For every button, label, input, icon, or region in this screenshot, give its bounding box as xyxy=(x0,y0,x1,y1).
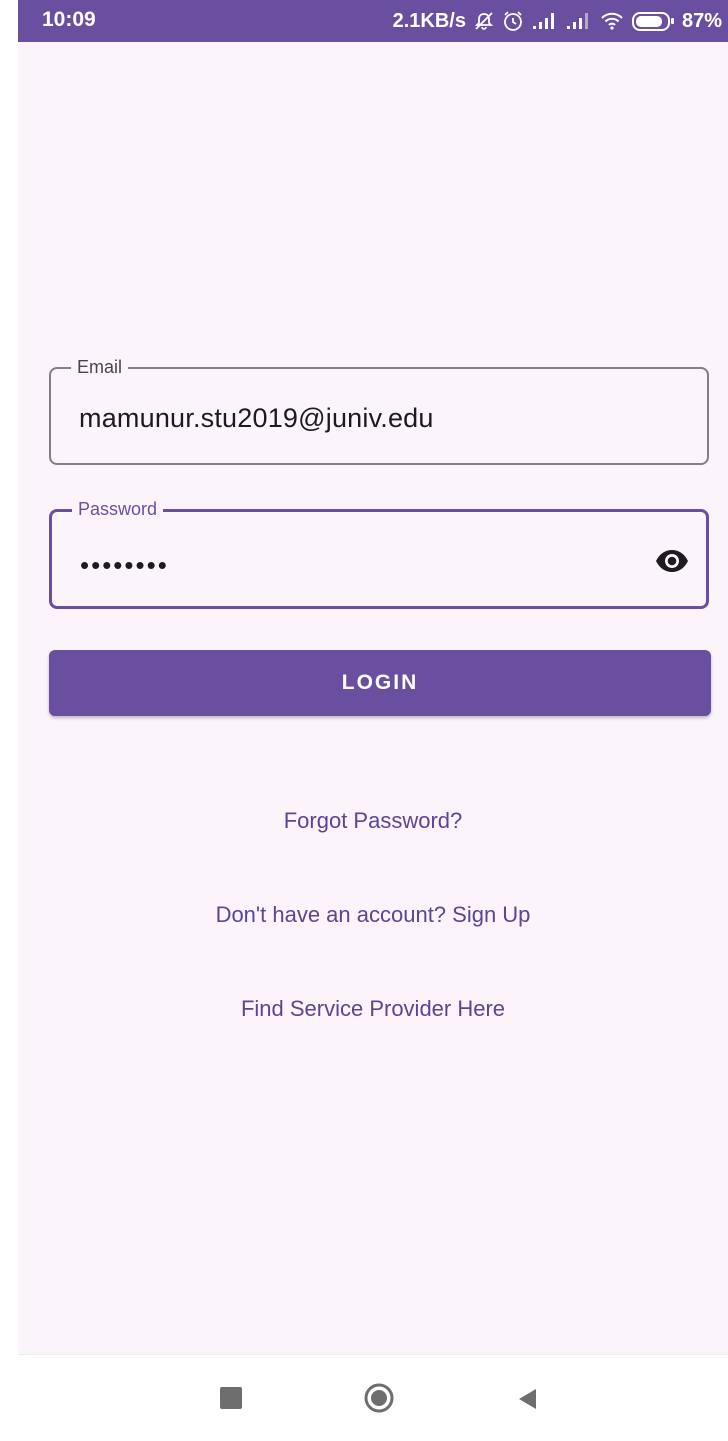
bell-off-icon xyxy=(474,11,494,31)
eye-icon[interactable] xyxy=(654,543,690,579)
password-value[interactable]: •••••••• xyxy=(80,550,169,581)
password-label: Password xyxy=(72,497,164,521)
email-value[interactable]: mamunur.stu2019@juniv.edu xyxy=(79,403,434,434)
phone-screen: 10:09 2.1KB/s 87% Email mamunur.stu2019@… xyxy=(18,0,728,1441)
recents-square-icon[interactable] xyxy=(220,1387,242,1409)
wifi-icon xyxy=(600,11,624,31)
home-circle-icon[interactable] xyxy=(364,1383,394,1413)
back-triangle-icon[interactable] xyxy=(516,1387,538,1411)
navigation-bar xyxy=(18,1354,728,1441)
login-button[interactable]: LOGIN xyxy=(49,650,711,716)
find-service-provider-link[interactable]: Find Service Provider Here xyxy=(18,996,728,1022)
password-field[interactable]: Password •••••••• xyxy=(49,497,709,609)
signal-icon xyxy=(566,12,592,30)
battery-icon xyxy=(631,11,674,31)
signal-icon xyxy=(532,12,558,30)
network-speed: 2.1KB/s xyxy=(392,9,466,32)
battery-percent: 87% xyxy=(681,9,722,32)
email-label: Email xyxy=(71,355,129,379)
sign-up-link[interactable]: Don't have an account? Sign Up xyxy=(18,902,728,928)
alarm-icon xyxy=(502,10,524,32)
email-field[interactable]: Email mamunur.stu2019@juniv.edu xyxy=(49,355,709,465)
status-icons: 2.1KB/s 87% xyxy=(393,7,722,35)
status-bar: 10:09 2.1KB/s 87% xyxy=(18,0,728,42)
forgot-password-link[interactable]: Forgot Password? xyxy=(18,808,728,834)
status-time: 10:09 xyxy=(42,8,96,31)
